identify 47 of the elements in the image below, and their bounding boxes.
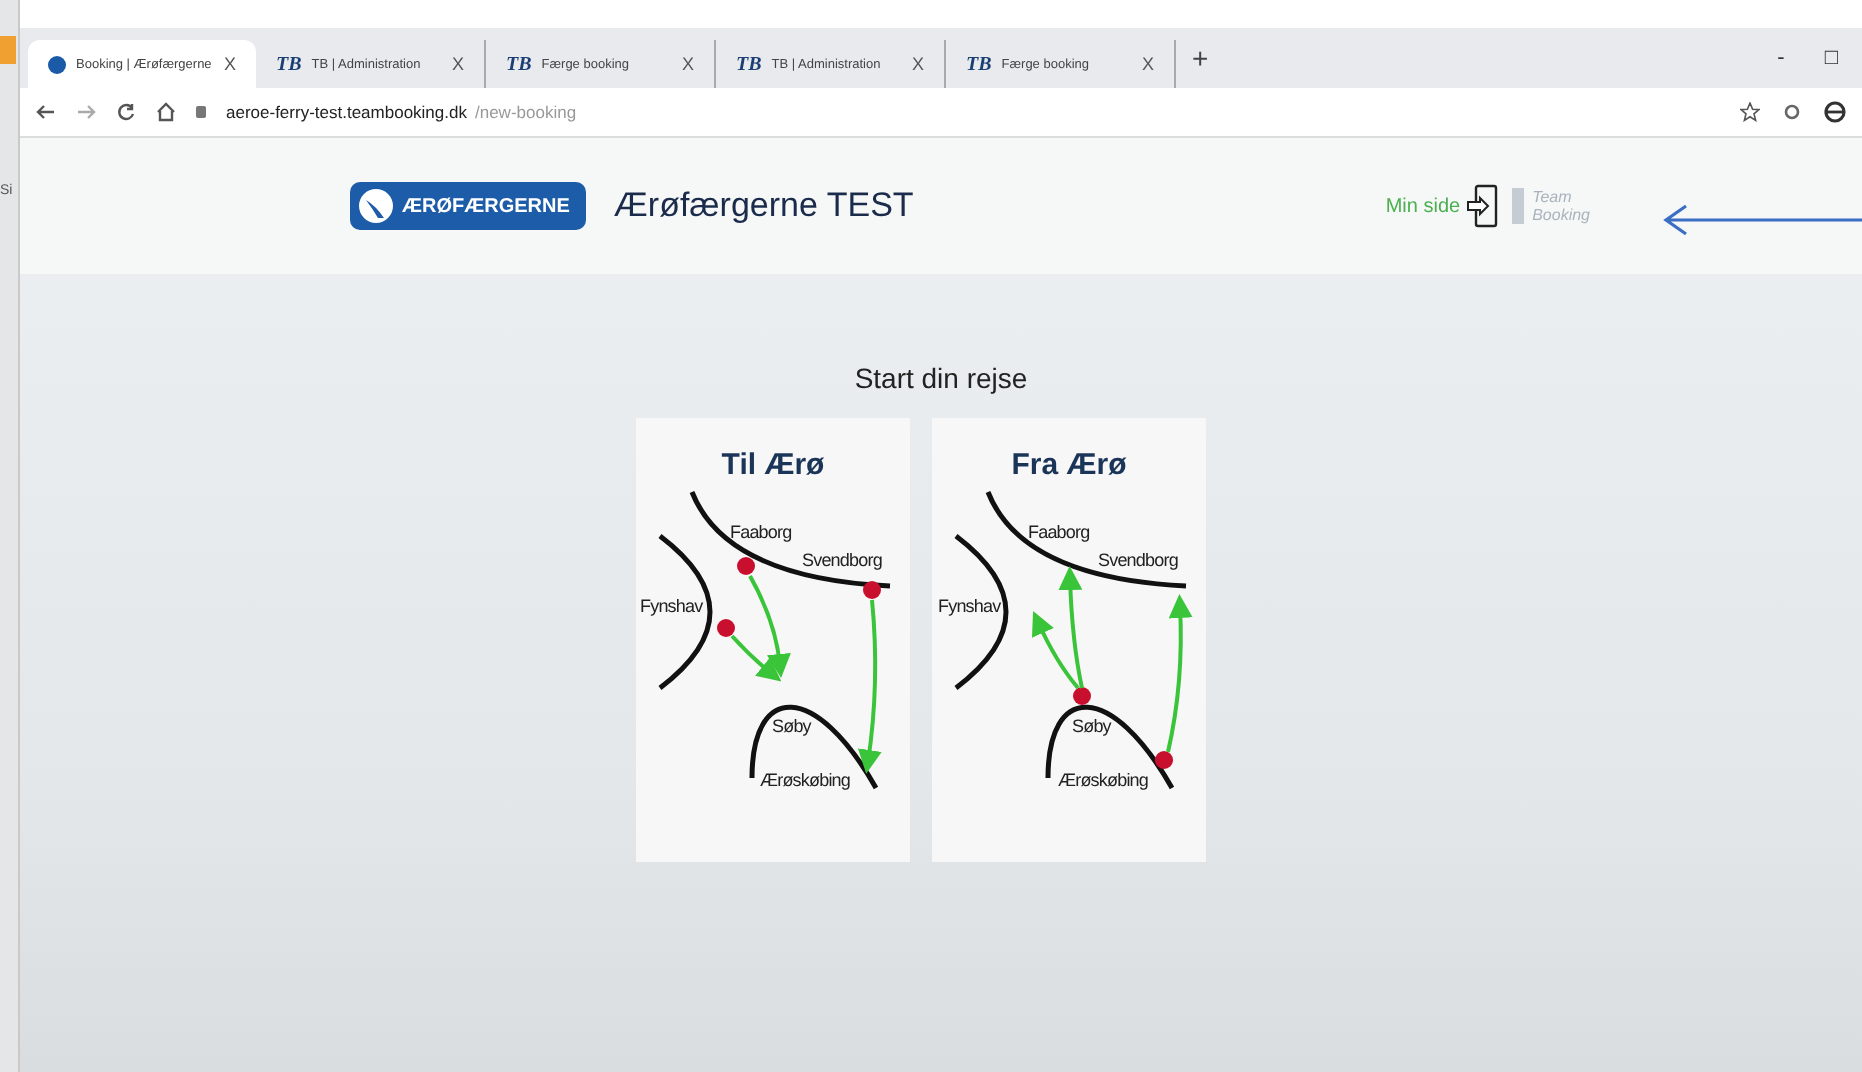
place-label: Faaborg	[730, 522, 792, 542]
brand-logo: Team Booking	[1512, 188, 1590, 224]
close-tab-button[interactable]: X	[1141, 54, 1154, 74]
port-dot	[737, 557, 755, 575]
reload-icon[interactable]	[116, 102, 136, 122]
route-card[interactable]: Fra Ærø Faaborg Svendborg Fynshav Søby Ærøskøbing	[932, 418, 1206, 862]
close-tab-button[interactable]: X	[451, 54, 464, 74]
ship-icon	[358, 188, 394, 224]
place-label: Søby	[1072, 716, 1111, 736]
window-edge-icon	[0, 36, 16, 64]
home-icon[interactable]	[156, 102, 176, 122]
close-tab-button[interactable]: X	[223, 54, 236, 74]
ferry-logo[interactable]: ÆRØFÆRGERNE	[350, 182, 586, 230]
maximize-button[interactable]: □	[1824, 46, 1838, 70]
tab-logo: TB	[736, 53, 762, 75]
tab-logo: TB	[506, 53, 532, 75]
site-title: Ærøfærgerne TEST	[613, 186, 914, 226]
extension-icon[interactable]	[1784, 104, 1800, 120]
card-title: Til Ærø	[721, 448, 825, 482]
lock-icon	[196, 106, 206, 118]
route-card[interactable]: Til Ærø Faaborg Svendborg Fynshav Søby Ærøskøbing	[636, 418, 910, 862]
close-tab-button[interactable]: X	[911, 54, 924, 74]
close-tab-button[interactable]: X	[681, 54, 694, 74]
profile-icon[interactable]	[1824, 100, 1846, 124]
site-icon	[48, 55, 66, 73]
login-icon[interactable]	[1466, 184, 1499, 228]
tab-logo: TB	[966, 53, 992, 75]
place-label: Søby	[772, 716, 811, 736]
port-dot	[863, 581, 881, 599]
place-label: Ærøskøbing	[1058, 770, 1149, 790]
port-dot	[1073, 687, 1091, 705]
address-field[interactable]: aeroe-ferry-test.teambooking.dk /new-booking	[226, 102, 577, 122]
port-dot	[717, 619, 735, 637]
back-icon[interactable]	[36, 102, 56, 122]
minimize-button[interactable]: -	[1777, 46, 1785, 70]
place-label: Ærøskøbing	[760, 770, 851, 790]
place-label: Svendborg	[802, 550, 882, 570]
place-label: Fynshav	[640, 596, 703, 616]
place-label: Svendborg	[1098, 550, 1178, 570]
card-title: Fra Ærø	[1011, 448, 1127, 482]
place-label: Faaborg	[1028, 522, 1090, 542]
port-dot	[1155, 751, 1173, 769]
page-heading: Start din rejse	[852, 362, 1030, 394]
star-icon[interactable]	[1740, 102, 1760, 122]
new-tab-button[interactable]: +	[1176, 42, 1225, 74]
tab-logo: TB	[276, 53, 302, 75]
place-label: Fynshav	[938, 596, 1001, 616]
